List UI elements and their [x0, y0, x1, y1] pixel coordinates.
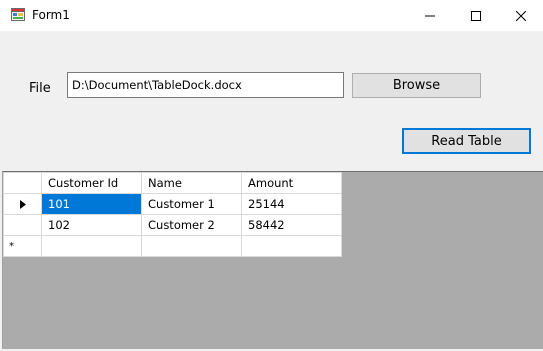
close-button[interactable]: [498, 0, 543, 31]
new-row-cell[interactable]: [241, 235, 342, 257]
row-header[interactable]: [3, 193, 42, 215]
minimize-icon: [425, 15, 435, 16]
maximize-icon: [471, 10, 481, 21]
current-row-arrow-icon: [19, 200, 26, 209]
new-row-header[interactable]: *: [3, 235, 42, 257]
close-icon: [516, 10, 526, 21]
window-title: Form1: [32, 8, 70, 22]
cell-name[interactable]: Customer 1: [141, 193, 242, 215]
row-header[interactable]: [3, 214, 42, 236]
grid-header-row: Customer Id Name Amount: [3, 172, 342, 194]
column-header-customer-id[interactable]: Customer Id: [41, 172, 142, 194]
column-header-name[interactable]: Name: [141, 172, 242, 194]
file-label: File: [29, 81, 51, 96]
title-bar[interactable]: Form1: [0, 0, 543, 31]
cell-customer-id[interactable]: 102: [41, 214, 142, 236]
new-row-indicator: *: [9, 240, 14, 252]
minimize-button[interactable]: [407, 0, 453, 31]
new-row-cell[interactable]: [141, 235, 242, 257]
browse-button[interactable]: Browse: [352, 73, 481, 98]
cell-amount[interactable]: 25144: [241, 193, 342, 215]
file-path-input[interactable]: [67, 72, 344, 98]
new-row[interactable]: *: [3, 235, 342, 257]
cell-customer-id[interactable]: 101: [41, 193, 142, 215]
form-client-area: File Browse Read Table Customer Id Name …: [0, 31, 543, 351]
table-row[interactable]: 101 Customer 1 25144: [3, 193, 342, 215]
grid-corner-header[interactable]: [3, 172, 42, 194]
cell-amount[interactable]: 58442: [241, 214, 342, 236]
app-icon: [11, 8, 25, 21]
read-table-button[interactable]: Read Table: [402, 128, 531, 154]
table-row[interactable]: 102 Customer 2 58442: [3, 214, 342, 236]
cell-name[interactable]: Customer 2: [141, 214, 242, 236]
column-header-amount[interactable]: Amount: [241, 172, 342, 194]
grid-table: Customer Id Name Amount 101 Customer 1 2…: [3, 172, 342, 257]
data-grid-view[interactable]: Customer Id Name Amount 101 Customer 1 2…: [2, 171, 543, 349]
new-row-cell[interactable]: [41, 235, 142, 257]
maximize-button[interactable]: [453, 0, 499, 31]
